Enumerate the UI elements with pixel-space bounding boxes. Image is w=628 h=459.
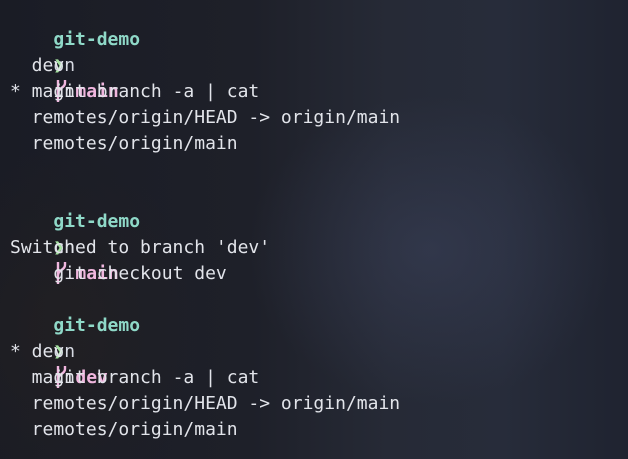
output-line: * dev [10, 341, 65, 362]
prompt-line: git-demo on main [10, 1, 628, 102]
output-line: Switched to branch 'dev' [10, 237, 271, 258]
command-text: git branch -a | cat [53, 81, 260, 102]
terminal-window[interactable]: git-demo on main ❯ git branch -a | cat d… [0, 0, 628, 459]
prompt-directory: git-demo [53, 211, 141, 232]
output-line: dev [10, 55, 65, 76]
prompt-line: git-demo on main [10, 183, 628, 284]
output-line: remotes/origin/main [10, 133, 238, 154]
output-line: remotes/origin/HEAD -> origin/main [10, 107, 401, 128]
command-text: git checkout dev [53, 263, 227, 284]
prompt-line: git-demo on dev [10, 287, 628, 388]
output-line: remotes/origin/main [10, 419, 238, 440]
command-text: git branch -a | cat [53, 367, 260, 388]
prompt-directory: git-demo [53, 29, 141, 50]
output-line: remotes/origin/HEAD -> origin/main [10, 393, 401, 414]
prompt-directory: git-demo [53, 315, 141, 336]
